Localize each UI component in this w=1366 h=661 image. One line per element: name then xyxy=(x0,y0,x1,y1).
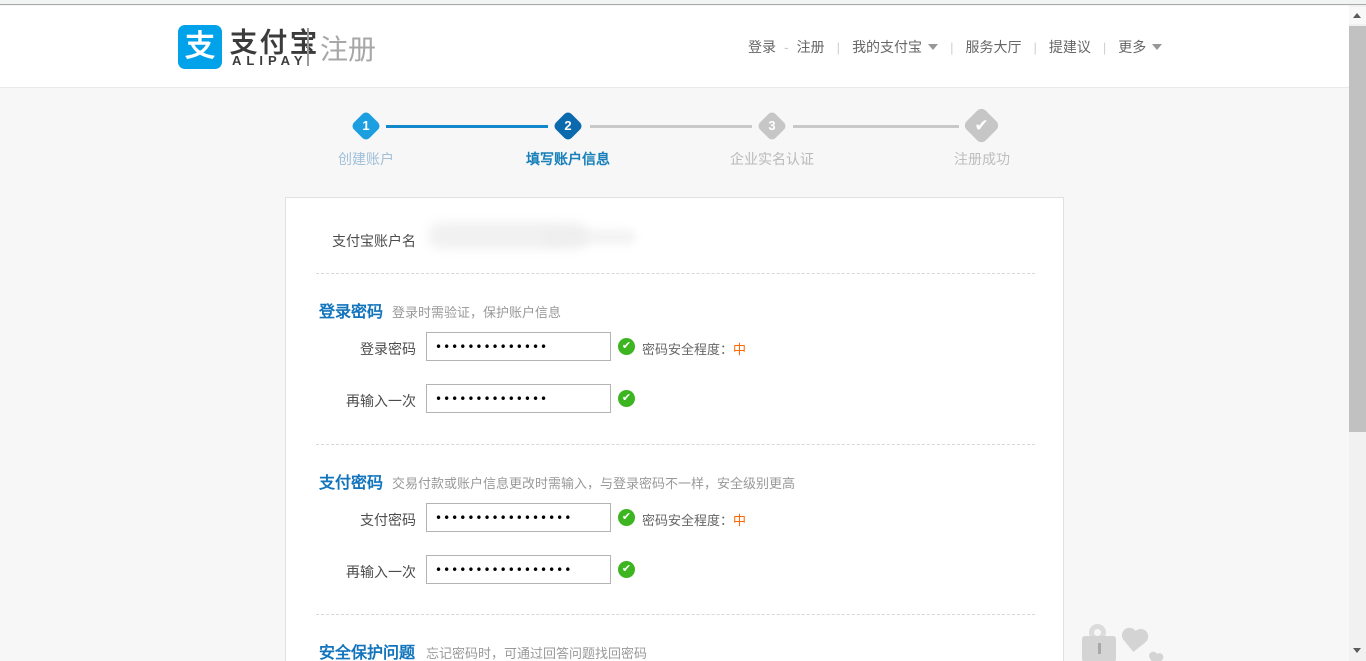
nav-separator: | xyxy=(1033,40,1036,55)
valid-check-icon: ✔ xyxy=(618,390,635,407)
step-4-check-glyph: ✔ xyxy=(968,112,995,139)
pay-password-confirm-label: 再输入一次 xyxy=(286,562,416,582)
step-3-label: 企业实名认证 xyxy=(712,149,832,169)
step-4-check-icon: ✔ xyxy=(962,106,1000,144)
nav-separator: | xyxy=(950,40,953,55)
login-password-confirm-label: 再输入一次 xyxy=(286,391,416,411)
login-password-confirm-input[interactable] xyxy=(426,384,611,413)
register-form-card: 支付宝账户名 登录密码 登录时需验证，保护账户信息 登录密码 ✔ 密码安全程度：… xyxy=(285,197,1064,661)
step-3-badge: 3 xyxy=(756,110,787,141)
alipay-logo-icon[interactable]: 支 xyxy=(178,25,222,69)
nav-my-alipay-link[interactable]: 我的支付宝 xyxy=(852,37,922,57)
step-3-number: 3 xyxy=(761,115,783,137)
strength-label: 密码安全程度： xyxy=(642,342,733,357)
step-connector-pending xyxy=(793,125,959,128)
security-question-section-desc: 忘记密码时，可通过回答问题找回密码 xyxy=(426,643,647,661)
chevron-down-icon[interactable] xyxy=(928,44,938,50)
nav-dash: - xyxy=(784,39,789,55)
browser-chrome-strip xyxy=(0,0,1366,5)
section-divider xyxy=(316,444,1035,445)
nav-login-link[interactable]: 登录 xyxy=(748,37,776,57)
logo-glyph: 支 xyxy=(185,30,215,63)
chevron-down-icon[interactable] xyxy=(1152,44,1162,50)
header: 支 支付宝 ALIPAY 注册 登录 - 注册 | 我的支付宝 | 服务大厅 |… xyxy=(0,6,1349,88)
step-2-number: 2 xyxy=(557,115,579,137)
valid-check-icon: ✔ xyxy=(618,561,635,578)
step-2-badge: 2 xyxy=(552,110,583,141)
scrollbar-thumb[interactable] xyxy=(1349,26,1366,432)
login-password-input[interactable] xyxy=(426,332,611,361)
password-strength: 密码安全程度：中 xyxy=(642,510,746,529)
pay-password-confirm-input[interactable] xyxy=(426,555,611,584)
account-name-label: 支付宝账户名 xyxy=(286,231,416,251)
pay-password-section-desc: 交易付款或账户信息更改时需输入，与登录密码不一样，安全级别更高 xyxy=(392,473,795,492)
nav-feedback-link[interactable]: 提建议 xyxy=(1049,37,1091,57)
heart-icon xyxy=(1150,654,1160,661)
nav-service-hall-link[interactable]: 服务大厅 xyxy=(965,37,1021,57)
nav-separator: | xyxy=(837,40,840,55)
nav-separator: | xyxy=(1103,40,1106,55)
pay-password-input[interactable] xyxy=(426,503,611,532)
login-password-section-desc: 登录时需验证，保护账户信息 xyxy=(392,302,561,321)
section-divider xyxy=(316,614,1035,615)
step-1-number: 1 xyxy=(355,115,377,137)
step-1-label: 创建账户 xyxy=(316,149,416,169)
page-title: 注册 xyxy=(320,28,376,68)
valid-check-icon: ✔ xyxy=(618,509,635,526)
alipay-register-page: 支 支付宝 ALIPAY 注册 登录 - 注册 | 我的支付宝 | 服务大厅 |… xyxy=(0,0,1366,661)
pay-password-section-title: 支付密码 xyxy=(319,469,383,493)
strength-value: 中 xyxy=(733,342,746,357)
security-question-section-title: 安全保护问题 xyxy=(319,639,415,661)
vertical-scrollbar[interactable] xyxy=(1349,5,1366,661)
login-password-section-title: 登录密码 xyxy=(319,298,383,322)
scroll-down-button[interactable] xyxy=(1349,642,1366,659)
brand-name-en: ALIPAY xyxy=(232,53,308,68)
scroll-up-button[interactable] xyxy=(1349,7,1366,24)
login-password-label: 登录密码 xyxy=(286,339,416,359)
strength-value: 中 xyxy=(733,513,746,528)
step-2-label: 填写账户信息 xyxy=(508,149,628,169)
redacted-account-value xyxy=(541,229,636,245)
heart-icon xyxy=(1126,633,1142,649)
nav-more-link[interactable]: 更多 xyxy=(1118,37,1146,57)
strength-label: 密码安全程度： xyxy=(642,513,733,528)
password-strength: 密码安全程度：中 xyxy=(642,339,746,358)
top-nav: 登录 - 注册 | 我的支付宝 | 服务大厅 | 提建议 | 更多 xyxy=(748,37,1162,57)
logo-divider xyxy=(307,28,309,66)
arrow-up-icon xyxy=(1353,13,1361,18)
valid-check-icon: ✔ xyxy=(618,338,635,355)
step-connector-pending xyxy=(590,125,752,128)
section-divider xyxy=(316,273,1035,274)
step-1-badge: 1 xyxy=(350,110,381,141)
lock-icon xyxy=(1082,636,1116,661)
step-connector-done xyxy=(386,125,548,128)
pay-password-label: 支付密码 xyxy=(286,510,416,530)
arrow-down-icon xyxy=(1353,648,1361,653)
step-4-label: 注册成功 xyxy=(932,149,1032,169)
nav-register-link[interactable]: 注册 xyxy=(797,37,825,57)
